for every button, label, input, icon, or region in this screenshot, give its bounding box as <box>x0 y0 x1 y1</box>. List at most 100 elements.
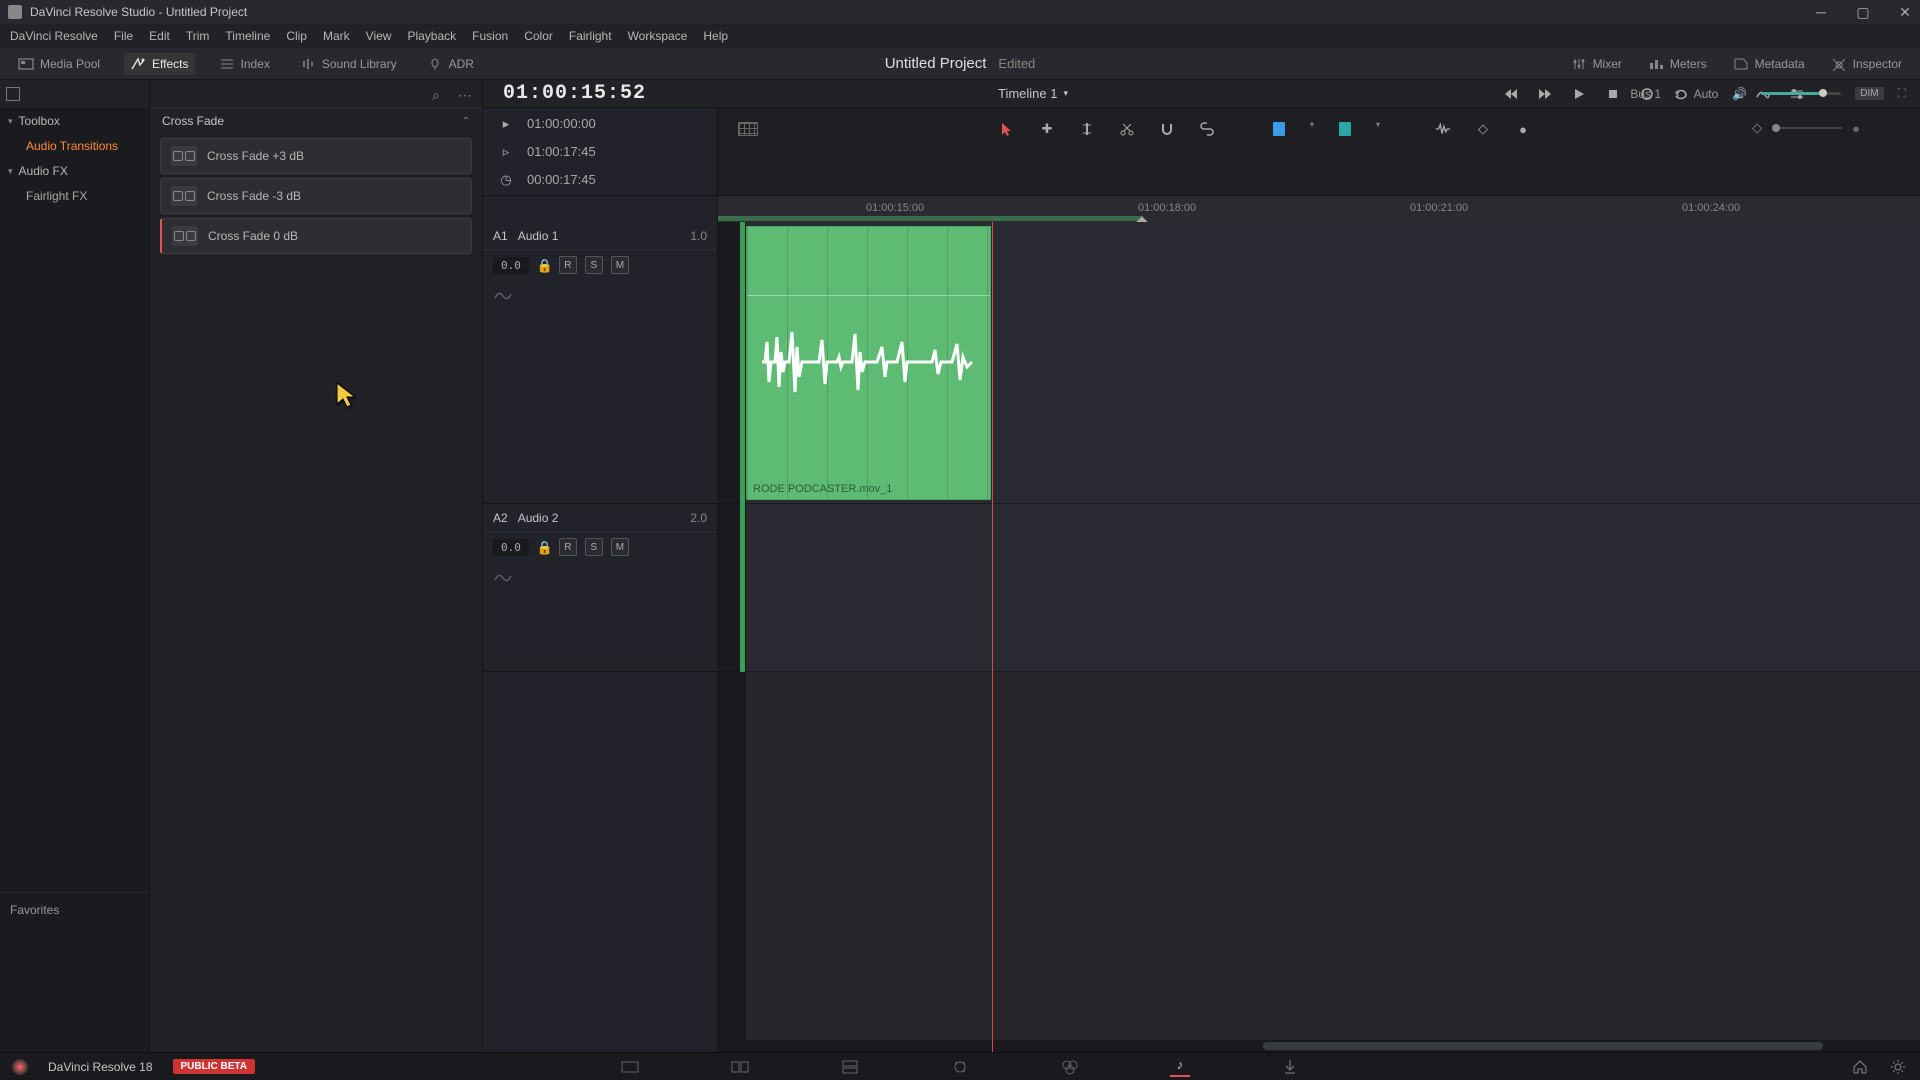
automation-curve-icon[interactable] <box>493 570 513 584</box>
sidebar-fairlight-fx[interactable]: Fairlight FX <box>0 184 149 208</box>
effects-category-header[interactable]: Cross Fade ⌃ <box>150 108 482 134</box>
fairlight-page-icon[interactable]: ♪ <box>1170 1057 1190 1077</box>
menu-view[interactable]: View <box>366 29 392 43</box>
automation-curve-icon[interactable] <box>493 288 513 302</box>
page-switcher: DaVinci Resolve 18 PUBLIC BETA ♪ <box>0 1052 1920 1080</box>
audio-clip[interactable]: RODE PODCASTER.mov_1 <box>746 226 991 500</box>
solo-button[interactable]: S <box>585 538 603 556</box>
media-page-icon[interactable] <box>620 1057 640 1077</box>
bus-label[interactable]: Bus 1 <box>1630 87 1661 101</box>
sidebar-audio-transitions[interactable]: Audio Transitions <box>0 134 149 158</box>
track-lane-a2[interactable] <box>746 504 1920 672</box>
transient-tool[interactable] <box>1434 120 1452 138</box>
snap-tool[interactable] <box>1158 120 1176 138</box>
menu-playback[interactable]: Playback <box>407 29 456 43</box>
settings-gear-icon[interactable] <box>1888 1057 1908 1077</box>
track-db[interactable]: 0.0 <box>493 539 529 556</box>
fx-item-crossfade-0[interactable]: Cross Fade 0 dB <box>160 218 472 254</box>
menu-workspace[interactable]: Workspace <box>628 29 688 43</box>
timeline-ruler[interactable]: 01:00:15:00 01:00:18:00 01:00:21:00 01:0… <box>718 196 1920 222</box>
minimize-button[interactable]: ─ <box>1814 5 1828 19</box>
auto-label[interactable]: Auto <box>1694 87 1719 101</box>
track-lane-a1[interactable]: RODE PODCASTER.mov_1 <box>746 222 1920 504</box>
sound-library-icon <box>300 57 316 71</box>
stop-button[interactable] <box>1605 86 1621 102</box>
speaker-icon[interactable]: 🔊 <box>1732 87 1747 101</box>
menu-mark[interactable]: Mark <box>323 29 350 43</box>
menu-file[interactable]: File <box>114 29 133 43</box>
sidebar-toggle-icon[interactable] <box>6 87 20 101</box>
record-arm-button[interactable]: R <box>559 256 577 274</box>
app-name: DaVinci Resolve 18 <box>48 1060 153 1074</box>
meters-button[interactable]: Meters <box>1642 53 1713 75</box>
fusion-page-icon[interactable] <box>950 1057 970 1077</box>
zoom-out-icon[interactable]: ◇ <box>1752 120 1762 136</box>
record-arm-button[interactable]: R <box>559 538 577 556</box>
chevron-down-icon[interactable]: ▾ <box>1376 120 1380 129</box>
fx-item-crossfade-minus3[interactable]: Cross Fade -3 dB <box>160 178 472 214</box>
link-tool[interactable] <box>1198 120 1216 138</box>
menu-clip[interactable]: Clip <box>286 29 307 43</box>
selection-tool[interactable] <box>998 120 1016 138</box>
playhead[interactable] <box>992 222 993 1052</box>
sidebar-toolbox[interactable]: Toolbox <box>0 108 149 134</box>
timeline-view-icon[interactable] <box>738 122 758 136</box>
play-button[interactable] <box>1571 86 1587 102</box>
flag-blue[interactable] <box>1270 120 1288 138</box>
metadata-button[interactable]: Metadata <box>1727 53 1811 75</box>
mute-button[interactable]: M <box>611 256 629 274</box>
cut-page-icon[interactable] <box>730 1057 750 1077</box>
marker-tool[interactable]: ◇ <box>1474 120 1492 138</box>
mute-button[interactable]: M <box>611 538 629 556</box>
chevron-down-icon[interactable]: ▾ <box>1310 120 1314 129</box>
color-page-icon[interactable] <box>1060 1057 1080 1077</box>
index-button[interactable]: Index <box>213 53 276 75</box>
media-pool-button[interactable]: Media Pool <box>12 53 106 75</box>
menu-trim[interactable]: Trim <box>186 29 210 43</box>
trim-tool[interactable] <box>1078 120 1096 138</box>
menu-davinci-resolve[interactable]: DaVinci Resolve <box>10 29 98 43</box>
effects-button[interactable]: Effects <box>124 53 194 75</box>
menu-help[interactable]: Help <box>703 29 728 43</box>
edit-page-icon[interactable] <box>840 1057 860 1077</box>
solo-button[interactable]: S <box>585 256 603 274</box>
track-lanes[interactable]: RODE PODCASTER.mov_1 <box>746 222 1920 1052</box>
maximize-button[interactable]: ▢ <box>1856 5 1870 19</box>
sound-library-button[interactable]: Sound Library <box>294 53 403 75</box>
track-header-a1[interactable]: A1 Audio 1 1.0 0.0 🔒 R S M <box>483 222 717 504</box>
dot-tool[interactable]: ● <box>1514 120 1532 138</box>
menu-edit[interactable]: Edit <box>149 29 170 43</box>
lock-icon[interactable]: 🔒 <box>537 540 551 554</box>
sidebar-favorites[interactable]: Favorites <box>0 892 149 1052</box>
track-db[interactable]: 0.0 <box>493 257 529 274</box>
menu-fairlight[interactable]: Fairlight <box>569 29 612 43</box>
dim-button[interactable]: DIM <box>1855 87 1883 100</box>
rewind-button[interactable] <box>1503 86 1519 102</box>
menu-color[interactable]: Color <box>524 29 553 43</box>
range-tool[interactable]: ✚ <box>1038 120 1056 138</box>
flag-teal[interactable] <box>1336 120 1354 138</box>
close-button[interactable]: ✕ <box>1898 5 1912 19</box>
inspector-button[interactable]: Inspector <box>1825 53 1908 75</box>
horizontal-scrollbar[interactable] <box>718 1040 1920 1052</box>
deliver-page-icon[interactable] <box>1280 1057 1300 1077</box>
timeline-selector[interactable]: Timeline 1 ▾ <box>998 86 1068 101</box>
fast-forward-button[interactable] <box>1537 86 1553 102</box>
zoom-in-icon[interactable]: ● <box>1852 121 1860 136</box>
expand-icon[interactable]: ⛶ <box>1898 86 1906 101</box>
menu-timeline[interactable]: Timeline <box>225 29 270 43</box>
sidebar-audio-fx[interactable]: Audio FX <box>0 158 149 184</box>
track-header-a2[interactable]: A2 Audio 2 2.0 0.0 🔒 R S M <box>483 504 717 672</box>
adr-button[interactable]: ADR <box>421 53 480 75</box>
search-icon[interactable]: ⌕ <box>432 87 446 101</box>
mixer-button[interactable]: Mixer <box>1565 53 1628 75</box>
zoom-slider[interactable] <box>1772 127 1842 129</box>
scrollbar-thumb[interactable] <box>1263 1042 1823 1050</box>
menu-fusion[interactable]: Fusion <box>472 29 508 43</box>
more-icon[interactable]: ⋯ <box>458 87 472 101</box>
lock-icon[interactable]: 🔒 <box>537 258 551 272</box>
razor-tool[interactable] <box>1118 120 1136 138</box>
fx-item-crossfade-plus3[interactable]: Cross Fade +3 dB <box>160 138 472 174</box>
home-icon[interactable] <box>1850 1057 1870 1077</box>
volume-slider[interactable] <box>1761 92 1841 95</box>
